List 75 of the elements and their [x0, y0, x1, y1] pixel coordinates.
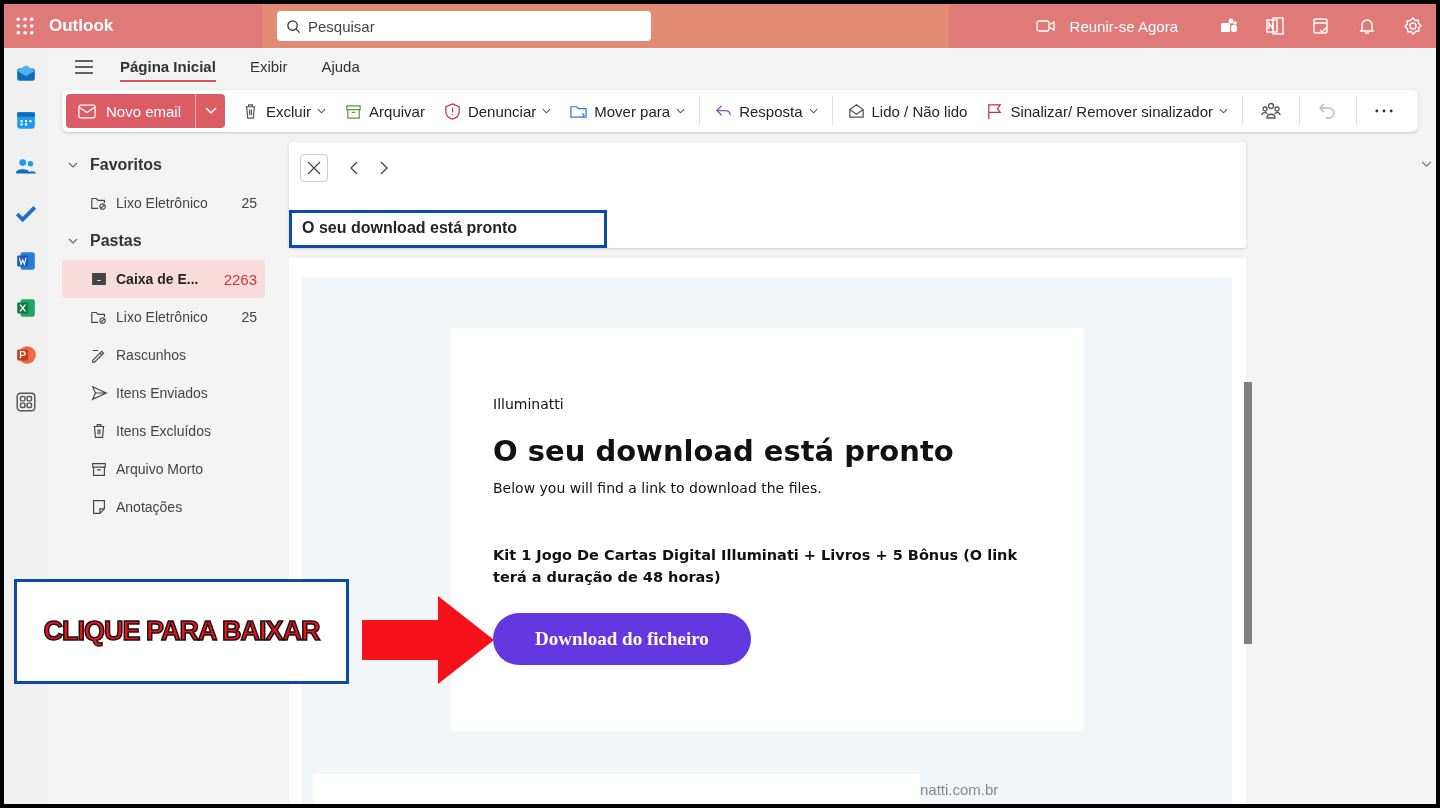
search-field[interactable]: Pesquisar — [277, 11, 651, 41]
archive-folder-icon — [90, 460, 108, 478]
close-button[interactable] — [300, 154, 328, 182]
toolbar-button[interactable]: Resposta — [706, 94, 826, 128]
email-text: Kit 1 Jogo De Cartas Digital Illuminati + Livros + 5 Bônus (O link terá a duração de 48 horas) — [493, 546, 1019, 588]
folder-name: Itens Enviados — [116, 385, 209, 401]
scrollbar-thumb[interactable] — [1244, 382, 1252, 644]
folder-item[interactable]: Arquivo Morto — [62, 450, 265, 488]
report-icon — [442, 101, 462, 121]
notes-folder-icon — [90, 498, 108, 516]
ribbon-tab[interactable]: Página Inicial — [120, 52, 216, 82]
menu-icon[interactable] — [74, 59, 94, 75]
task-note-icon[interactable] — [1311, 16, 1331, 36]
toolbar-button[interactable]: Sinalizar/ Remover sinalizador — [977, 94, 1237, 128]
toolbar-button[interactable]: Denunciar — [434, 94, 560, 128]
message-subject: O seu download está pronto — [289, 210, 607, 248]
toolbar-button[interactable]: Lido / Não lido — [838, 94, 976, 128]
settings-icon[interactable] — [1403, 16, 1423, 36]
arrow-icon — [362, 596, 494, 684]
folder-section-title[interactable]: Pastas — [90, 232, 142, 250]
read-icon — [846, 101, 866, 121]
email-sender: Illuminatti — [493, 396, 565, 412]
chevron-down-icon — [204, 107, 217, 115]
excel-icon[interactable] — [15, 297, 37, 319]
email-text: Below you will find a link to download the files. — [493, 480, 823, 496]
envelope-icon — [78, 103, 96, 119]
checkmark-icon[interactable] — [15, 203, 37, 225]
folder-name: Itens Excluídos — [116, 423, 212, 439]
folder-item[interactable]: Rascunhos — [62, 336, 265, 374]
folder-item[interactable]: Caixa de E... 2263 — [62, 260, 265, 298]
ribbon-tab[interactable]: Exibir — [249, 52, 288, 82]
folder-name: Anotações — [116, 499, 184, 515]
new-email-button[interactable]: Novo email — [66, 94, 196, 128]
chevron-right-icon[interactable] — [380, 161, 388, 175]
unread-count: 2263 — [223, 270, 257, 288]
app-name: Outlook — [49, 16, 115, 36]
chevron-down-icon[interactable] — [68, 236, 78, 246]
sent-folder-icon — [90, 384, 108, 402]
chevron-down-icon[interactable] — [68, 160, 78, 170]
folder-item[interactable]: Anotações — [62, 488, 265, 526]
footer-text: natti.com.br — [920, 781, 999, 798]
folder-name: Lixo Eletrônico — [116, 309, 209, 325]
toolbar-button[interactable]: Arquivar — [336, 94, 433, 128]
ribbon-tab[interactable]: Ajuda — [321, 52, 360, 82]
video-camera-icon — [1035, 19, 1056, 33]
calendar-icon[interactable] — [15, 109, 37, 131]
folder-item[interactable]: Itens Enviados — [62, 374, 265, 412]
unread-count: 25 — [241, 195, 257, 211]
folder-item[interactable]: Lixo Eletrônico 25 — [62, 298, 265, 336]
toolbar-button[interactable]: Excluir — [233, 94, 335, 128]
toolbar-button[interactable]: Mover para — [561, 94, 694, 128]
chevron-left-icon[interactable] — [350, 161, 358, 175]
folder-name: Arquivo Morto — [116, 461, 205, 477]
notebook-icon[interactable] — [1265, 16, 1285, 36]
folder-name: Lixo Eletrônico — [116, 195, 209, 211]
callout-text: CLIQUE PARA BAIXAR — [43, 616, 320, 647]
folder-name: Rascunhos — [116, 347, 188, 363]
email-heading: O seu download está pronto — [493, 434, 955, 468]
powerpoint-icon[interactable] — [15, 344, 37, 366]
folder-section-title[interactable]: Favoritos — [90, 156, 162, 174]
app-launcher-icon[interactable] — [16, 17, 34, 35]
download-button[interactable]: Download do ficheiro — [493, 612, 751, 665]
inbox-folder-icon — [90, 270, 108, 288]
close-icon — [307, 161, 321, 175]
more-icon[interactable] — [1375, 109, 1394, 113]
word-icon[interactable] — [15, 250, 37, 272]
group-icon[interactable] — [1261, 101, 1282, 121]
unread-count: 25 — [241, 309, 257, 325]
chevron-down-icon[interactable] — [1421, 161, 1432, 168]
folder-item[interactable]: Lixo Eletrônico 25 — [62, 184, 265, 222]
folder-item[interactable]: Itens Excluídos — [62, 412, 265, 450]
new-email-menu-button[interactable] — [195, 94, 226, 128]
bell-icon[interactable] — [1357, 16, 1377, 36]
apps-icon[interactable] — [15, 391, 37, 413]
folder-name: Caixa de E... — [116, 271, 200, 287]
